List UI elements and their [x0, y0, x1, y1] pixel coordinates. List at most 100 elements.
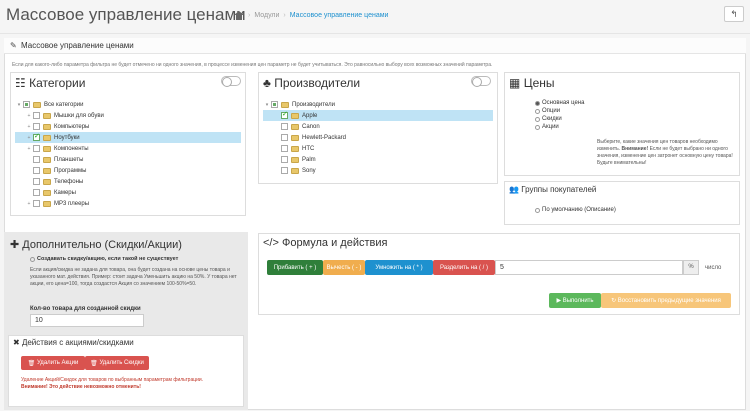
manufacturer-label: Производители — [292, 101, 335, 108]
page-title: Массовое управление ценами — [6, 5, 246, 24]
manufacturer-label: Hewlett-Packard — [302, 134, 347, 141]
category-label: Планшеты — [54, 156, 84, 163]
price-option[interactable]: Основная цена — [535, 99, 584, 107]
panel-title: Массовое управление ценами — [21, 41, 134, 50]
category-checkbox[interactable] — [23, 101, 30, 108]
prices-box: ▦ Цены Основная цена Опции Скидки Акции Выб… — [504, 72, 740, 176]
calculator-icon: ▦ — [509, 76, 521, 90]
formula-box: </> Формула и действия Прибавить ( + ) В… — [258, 233, 740, 315]
folder-icon — [43, 134, 51, 141]
group-checkbox[interactable] — [535, 207, 540, 213]
manufacturer-tree-item[interactable]: Sony — [263, 165, 493, 176]
category-tree-item[interactable]: Программы — [15, 165, 241, 176]
manufacturer-checkbox[interactable] — [281, 110, 288, 119]
expand-icon[interactable]: + — [25, 124, 33, 130]
price-option-label: Опции — [542, 108, 561, 114]
delete-discounts-button[interactable]: 🗑 Удалить Скидки — [85, 356, 149, 370]
customer-groups-title: 👥 Группы покупателей — [509, 185, 597, 194]
category-checkbox[interactable] — [33, 167, 40, 174]
category-checkbox[interactable] — [33, 123, 40, 130]
wrench-icon: ✚ — [10, 239, 20, 251]
expand-icon[interactable]: ▾ — [15, 102, 23, 108]
home-icon[interactable] — [234, 11, 244, 20]
category-label: Компоненты — [54, 145, 89, 152]
category-checkbox[interactable] — [33, 200, 40, 207]
manufacturer-checkbox[interactable] — [281, 156, 288, 163]
expand-icon[interactable]: + — [25, 146, 33, 152]
category-tree-item[interactable]: + Мышки для обуви — [15, 110, 241, 121]
back-button[interactable]: ↰ — [724, 6, 744, 22]
category-tree-item[interactable]: Камеры — [15, 187, 241, 198]
folder-icon — [43, 189, 51, 196]
category-tree-item[interactable]: ▾ Все категории — [15, 99, 241, 110]
category-tree-item[interactable]: + Компоненты — [15, 143, 241, 154]
category-tree-item[interactable]: Телефоны — [15, 176, 241, 187]
category-tree-item[interactable]: + Ноутбуки — [15, 132, 241, 143]
category-label: Программы — [54, 167, 87, 174]
price-option[interactable]: Опции — [535, 107, 584, 115]
create-discount-checkbox[interactable] — [30, 256, 35, 262]
categories-title: ☷ Категории — [15, 76, 86, 90]
filter-note: Если для какого-либо параметра фильтра н… — [12, 62, 493, 68]
divide-button[interactable]: Разделить на ( / ) — [433, 260, 495, 275]
category-label: Камеры — [54, 189, 76, 196]
category-checkbox[interactable] — [33, 178, 40, 185]
category-tree-item[interactable]: + Компьютеры — [15, 121, 241, 132]
category-tree-item[interactable]: Планшеты — [15, 154, 241, 165]
category-checkbox[interactable] — [33, 145, 40, 152]
restore-button[interactable]: ↻ Восстановить предыдущие значения — [601, 293, 731, 308]
category-tree-item[interactable]: + MP3 плееры — [15, 198, 241, 209]
breadcrumb-current[interactable]: Массовое управление ценами — [290, 12, 389, 19]
folder-icon — [43, 145, 51, 152]
subtract-button[interactable]: Вычесть ( - ) — [323, 260, 365, 275]
manufacturer-tree-item[interactable]: ▾ Производители — [263, 99, 493, 110]
expand-icon[interactable]: + — [25, 135, 33, 141]
prices-title: ▦ Цены — [509, 76, 555, 90]
manufacturer-checkbox[interactable] — [281, 134, 288, 141]
category-label: Мышки для обуви — [54, 112, 104, 119]
price-option[interactable]: Скидки — [535, 115, 584, 123]
manufacturer-tree-item[interactable]: Apple — [263, 110, 493, 121]
breadcrumb: › Модули › Массовое управление ценами — [234, 11, 388, 20]
manufacturers-toggle[interactable] — [471, 76, 491, 87]
manufacturer-tree-item[interactable]: Palm — [263, 154, 493, 165]
price-checkbox[interactable] — [535, 124, 540, 130]
manufacturer-tree-item[interactable]: Hewlett-Packard — [263, 132, 493, 143]
category-checkbox[interactable] — [33, 156, 40, 163]
multiply-button[interactable]: Умножить на ( * ) — [365, 260, 433, 275]
expand-icon[interactable]: ▾ — [263, 102, 271, 108]
manufacturer-checkbox[interactable] — [281, 145, 288, 152]
formula-title: </> Формула и действия — [263, 237, 388, 249]
execute-button[interactable]: ▶ Выполнить — [549, 293, 601, 308]
manufacturer-label: Apple — [302, 112, 318, 119]
percent-addon[interactable]: % — [683, 260, 699, 275]
actions-box: ✖ Действия с акциями/скидками 🗑 Удалить … — [8, 335, 244, 407]
manufacturer-checkbox[interactable] — [281, 123, 288, 130]
folder-icon — [43, 167, 51, 174]
breadcrumb-modules[interactable]: Модули — [254, 12, 279, 19]
create-discount-option[interactable]: Создавать скидку/акцию, если такой не су… — [30, 255, 178, 263]
price-option[interactable]: Акции — [535, 123, 584, 131]
qty-input[interactable]: 10 — [30, 314, 144, 327]
delete-specials-button[interactable]: 🗑 Удалить Акции — [21, 356, 85, 370]
expand-icon[interactable]: + — [25, 113, 33, 119]
manufacturer-tree-item[interactable]: Canon — [263, 121, 493, 132]
categories-toggle[interactable] — [221, 76, 241, 87]
formula-value-input[interactable]: 5 — [495, 260, 683, 275]
folder-icon — [291, 112, 299, 119]
code-icon: </> — [263, 237, 279, 249]
category-checkbox[interactable] — [33, 112, 40, 119]
category-checkbox[interactable] — [33, 189, 40, 196]
add-button[interactable]: Прибавить ( + ) — [267, 260, 323, 275]
group-option-default[interactable]: По умолчанию (Описание) — [535, 206, 616, 214]
manufacturer-checkbox[interactable] — [281, 167, 288, 174]
manufacturer-tree-item[interactable]: HTC — [263, 143, 493, 154]
price-checkbox[interactable] — [535, 116, 540, 122]
users-icon: 👥 — [509, 185, 519, 194]
price-checkbox[interactable] — [535, 100, 540, 106]
price-checkbox[interactable] — [535, 108, 540, 114]
manufacturers-tree: ▾ Производители Apple Canon Hewlett-Packard H… — [263, 99, 493, 176]
expand-icon[interactable]: + — [25, 201, 33, 207]
category-checkbox[interactable] — [33, 132, 40, 141]
manufacturer-checkbox[interactable] — [271, 101, 278, 108]
